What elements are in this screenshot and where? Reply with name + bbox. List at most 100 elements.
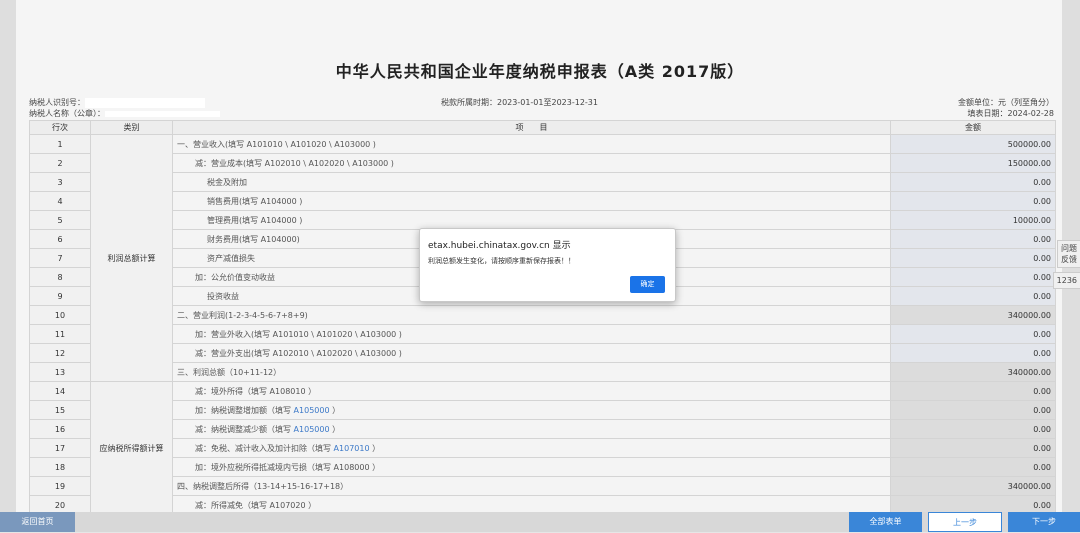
table-row: 18 加：境外应税所得抵减境内亏损（填写 A108000 ） 0.00 <box>29 457 1056 477</box>
line-item: 加：境外应税所得抵减境内亏损（填写 A108000 ） <box>172 457 891 477</box>
amount-cell[interactable]: 500000.00 <box>890 134 1056 154</box>
table-row: 11 加：营业外收入(填写 A101010 \ A101020 \ A10300… <box>29 324 1056 344</box>
item-text: 减：免税、减计收入及加计扣除（填写 <box>195 443 334 453</box>
amount-unit: 金额单位：元（列至角分） <box>958 98 1054 107</box>
table-row: 14 应纳税所得额计算 减：境外所得（填写 A108010 ） 0.00 <box>29 381 1056 515</box>
header-item: 项 目 <box>172 120 891 135</box>
line-no: 6 <box>29 229 91 249</box>
taxpayer-id-redacted <box>85 97 205 108</box>
line-item: 加：营业外收入(填写 A101010 \ A101020 \ A103000 ) <box>172 324 891 344</box>
table-row: 16 减：纳税调整减少额（填写 A105000 ） 0.00 <box>29 419 1056 439</box>
amount-cell[interactable]: 0.00 <box>890 248 1056 268</box>
header-amount: 金额 <box>890 120 1056 135</box>
amount-cell[interactable]: 0.00 <box>890 324 1056 344</box>
line-item: 减：纳税调整减少额（填写 A105000 ） <box>172 419 891 439</box>
line-item: 管理费用(填写 A104000 ) <box>172 210 891 230</box>
amount-cell: 340000.00 <box>890 476 1056 496</box>
line-no: 14 <box>29 381 91 401</box>
item-text: 减：纳税调整减少额（填写 <box>195 424 294 434</box>
taxpayer-id-label: 纳税人识别号： <box>29 98 85 107</box>
amount-cell: 340000.00 <box>890 362 1056 382</box>
taxpayer-id-row: 纳税人识别号： <box>29 97 205 108</box>
line-no: 1 <box>29 134 91 154</box>
header-line-no: 行次 <box>29 120 91 135</box>
page-title: 中华人民共和国企业年度纳税申报表（A类 2017版） <box>335 62 745 81</box>
table-row: 17 减：免税、减计收入及加计扣除（填写 A107010 ） 0.00 <box>29 438 1056 458</box>
amount-cell: 0.00 <box>890 438 1056 458</box>
table-row: 19 四、纳税调整后所得（13-14+15-16-17+18） 340000.0… <box>29 476 1056 496</box>
line-no: 12 <box>29 343 91 363</box>
next-button[interactable]: 下一步 <box>1008 512 1080 532</box>
table-row: 13 三、利润总额（10+11-12） 340000.00 <box>29 362 1056 382</box>
feedback-tab-line2: 反馈 <box>1061 255 1077 264</box>
table-row: 1 利润总额计算 一、营业收入(填写 A101010 \ A101020 \ A… <box>29 134 1056 382</box>
item-text: ） <box>329 424 341 434</box>
amount-cell[interactable]: 0.00 <box>890 343 1056 363</box>
amount-cell: 0.00 <box>890 400 1056 420</box>
item-text: 加：纳税调整增加额（填写 <box>195 405 294 415</box>
dialog-ok-button[interactable]: 确定 <box>630 276 665 293</box>
line-no: 16 <box>29 419 91 439</box>
line-no: 7 <box>29 248 91 268</box>
category-profit: 利润总额计算 <box>90 134 173 382</box>
line-item: 销售费用(填写 A104000 ) <box>172 191 891 211</box>
tax-return-table: 行次 类别 项 目 金额 1 利润总额计算 一、营业收入(填写 A101010 … <box>29 120 1056 515</box>
line-item: 减：免税、减计收入及加计扣除（填写 A107010 ） <box>172 438 891 458</box>
home-button[interactable]: 返回首页 <box>0 512 75 532</box>
amount-cell: 0.00 <box>890 419 1056 439</box>
amount-cell[interactable]: 150000.00 <box>890 153 1056 173</box>
prev-button[interactable]: 上一步 <box>928 512 1002 532</box>
feedback-tab[interactable]: 问题 反馈 <box>1057 240 1080 268</box>
hotline-tab[interactable]: 1236 <box>1052 272 1080 289</box>
line-no: 5 <box>29 210 91 230</box>
line-no: 8 <box>29 267 91 287</box>
line-item: 减：境外所得（填写 A108010 ） <box>172 381 891 401</box>
line-item: 减：营业成本(填写 A102010 \ A102020 \ A103000 ) <box>172 153 891 173</box>
header-category: 类别 <box>90 120 173 135</box>
dialog-message: 利润总额发生变化，请按顺序重新保存报表！！ <box>428 257 575 265</box>
amount-cell: 0.00 <box>890 381 1056 401</box>
taxpayer-name-redacted <box>105 110 220 117</box>
amount-cell[interactable]: 10000.00 <box>890 210 1056 230</box>
line-no: 3 <box>29 172 91 192</box>
amount-cell[interactable]: 0.00 <box>890 229 1056 249</box>
table-row: 15 加：纳税调整增加额（填写 A105000 ） 0.00 <box>29 400 1056 420</box>
table-row: 4 销售费用(填写 A104000 ) 0.00 <box>29 191 1056 211</box>
amount-cell[interactable]: 0.00 <box>890 267 1056 287</box>
amount-cell[interactable]: 0.00 <box>890 286 1056 306</box>
line-item: 一、营业收入(填写 A101010 \ A101020 \ A103000 ) <box>172 134 891 154</box>
taxpayer-name-row: 纳税人名称（公章）： <box>29 108 220 119</box>
amount-cell: 340000.00 <box>890 305 1056 325</box>
line-no: 11 <box>29 324 91 344</box>
item-text: ） <box>369 443 381 453</box>
table-row: 2 减：营业成本(填写 A102010 \ A102020 \ A103000 … <box>29 153 1056 173</box>
amount-cell[interactable]: 0.00 <box>890 172 1056 192</box>
line-no: 4 <box>29 191 91 211</box>
form-link-a105000[interactable]: A105000 <box>294 406 330 415</box>
line-no: 15 <box>29 400 91 420</box>
feedback-tab-line1: 问题 <box>1061 244 1077 253</box>
line-no: 13 <box>29 362 91 382</box>
item-text: ） <box>329 405 341 415</box>
line-no: 9 <box>29 286 91 306</box>
line-item: 减：营业外支出(填写 A102010 \ A102020 \ A103000 ) <box>172 343 891 363</box>
line-item: 二、营业利润(1-2-3-4-5-6-7+8+9) <box>172 305 891 325</box>
amount-cell[interactable]: 0.00 <box>890 191 1056 211</box>
table-row: 10 二、营业利润(1-2-3-4-5-6-7+8+9) 340000.00 <box>29 305 1056 325</box>
form-link-a105000[interactable]: A105000 <box>294 425 330 434</box>
form-link-a107010[interactable]: A107010 <box>334 444 370 453</box>
fill-date: 填表日期：2024-02-28 <box>967 109 1055 118</box>
dialog-header: etax.hubei.chinatax.gov.cn 显示 <box>428 241 571 251</box>
table-row: 3 税金及附加 0.00 <box>29 172 1056 192</box>
table-row: 12 减：营业外支出(填写 A102010 \ A102020 \ A10300… <box>29 343 1056 363</box>
line-item: 三、利润总额（10+11-12） <box>172 362 891 382</box>
line-item: 加：纳税调整增加额（填写 A105000 ） <box>172 400 891 420</box>
taxpayer-name-label: 纳税人名称（公章）： <box>29 109 105 118</box>
line-no: 18 <box>29 457 91 477</box>
line-no: 17 <box>29 438 91 458</box>
all-forms-button[interactable]: 全部表单 <box>849 512 922 532</box>
tax-period: 税款所属时期：2023-01-01至2023-12-31 <box>441 98 598 107</box>
line-no: 10 <box>29 305 91 325</box>
line-item: 税金及附加 <box>172 172 891 192</box>
line-item: 四、纳税调整后所得（13-14+15-16-17+18） <box>172 476 891 496</box>
